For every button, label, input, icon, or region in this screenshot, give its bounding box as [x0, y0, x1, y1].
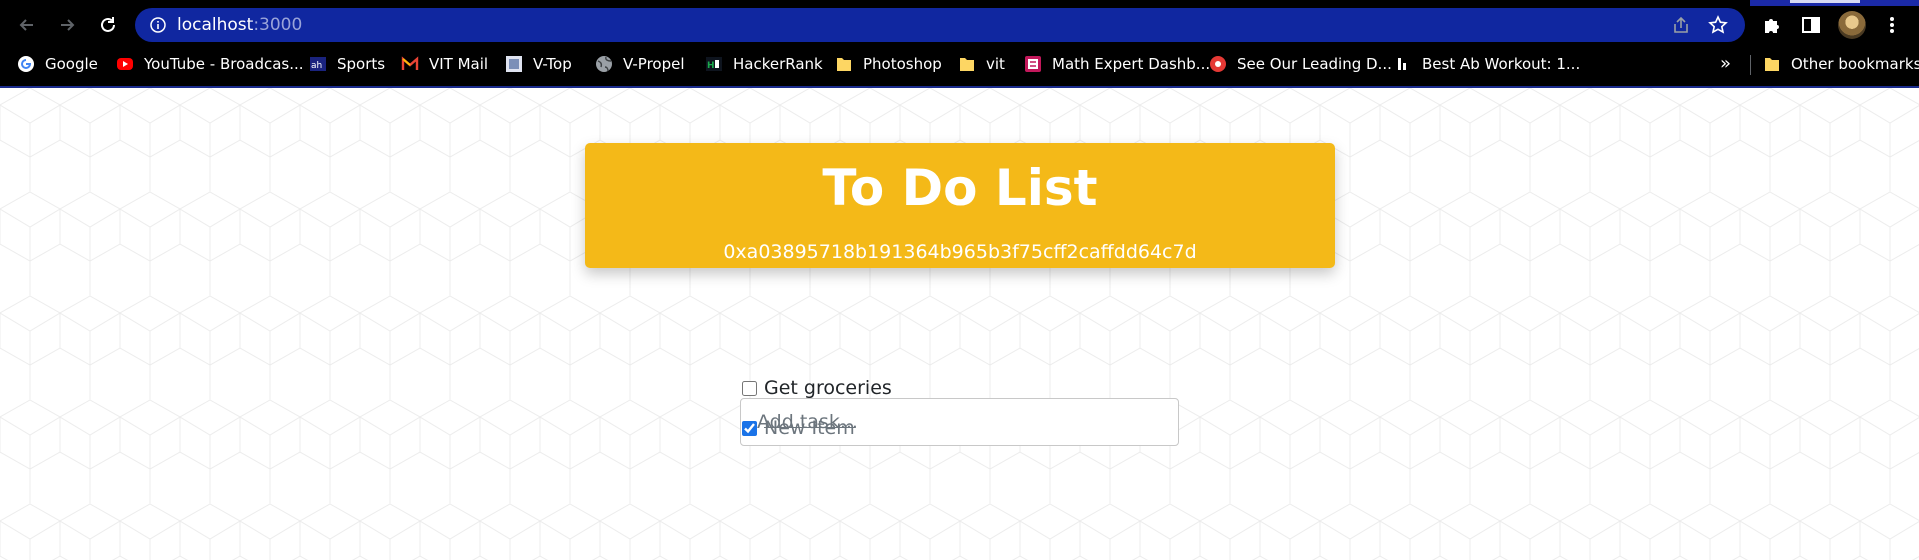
- browser-menu-button[interactable]: [1879, 12, 1905, 38]
- vtop-icon: [504, 55, 524, 73]
- folder-icon: [834, 55, 854, 73]
- svg-text:H: H: [707, 61, 715, 71]
- bookmark-star-button[interactable]: [1707, 15, 1729, 35]
- address-bar[interactable]: localhost:3000: [135, 8, 1745, 42]
- forward-button[interactable]: [52, 10, 82, 40]
- page-content: To Do List 0xa03895718b191364b965b3f75cf…: [0, 88, 1919, 560]
- bookmark-label: Sports: [337, 55, 386, 73]
- task-item: Get groceries: [742, 374, 892, 402]
- bookmarks-divider: [1750, 55, 1751, 75]
- reload-icon: [101, 17, 115, 32]
- browser-toolbar: localhost:3000: [0, 0, 1919, 49]
- workout-icon: [1393, 55, 1413, 73]
- share-button[interactable]: [1670, 15, 1692, 35]
- bookmark-ab-workout[interactable]: Best Ab Workout: 1...: [1393, 49, 1580, 79]
- bookmarks-bar: Google YouTube - Broadcas... ah Sports V…: [0, 49, 1919, 87]
- task-checkbox[interactable]: [742, 380, 757, 396]
- bookmark-v-top[interactable]: V-Top: [504, 49, 572, 79]
- bookmark-label: Photoshop: [863, 55, 942, 73]
- star-icon: [1708, 15, 1728, 34]
- bookmark-math-expert[interactable]: Math Expert Dashb...: [1023, 49, 1210, 79]
- bookmark-label: vit: [986, 55, 1005, 73]
- task-item: New Item: [742, 414, 855, 442]
- side-panel-button[interactable]: [1798, 12, 1824, 38]
- bookmark-label: YouTube - Broadcas...: [144, 55, 304, 73]
- google-icon: [16, 55, 36, 73]
- gmail-icon: [400, 55, 420, 73]
- task-label: New Item: [764, 417, 855, 439]
- arrow-left-icon: [19, 19, 33, 31]
- bookmark-label: Other bookmarks: [1791, 55, 1919, 73]
- sports-icon: ah: [308, 55, 328, 73]
- bookmark-v-propel[interactable]: V-Propel: [594, 49, 685, 79]
- bookmark-vit-mail[interactable]: VIT Mail: [400, 49, 488, 79]
- folder-icon: [957, 55, 977, 73]
- svg-text:ah: ah: [311, 61, 322, 71]
- profile-avatar[interactable]: [1838, 11, 1866, 39]
- arrow-right-icon: [61, 19, 75, 31]
- bookmark-folder-vit[interactable]: vit: [957, 49, 1005, 79]
- bookmark-label: Best Ab Workout: 1...: [1422, 55, 1581, 73]
- folder-icon: [1762, 55, 1782, 73]
- url-host: localhost: [177, 15, 254, 35]
- back-button[interactable]: [12, 10, 42, 40]
- bookmark-folder-photoshop[interactable]: Photoshop: [834, 49, 942, 79]
- bookmark-label: VIT Mail: [429, 55, 489, 73]
- globe-icon: [594, 55, 614, 73]
- bookmark-see-our-leading[interactable]: See Our Leading D...: [1208, 49, 1392, 79]
- bookmark-google[interactable]: Google: [16, 49, 98, 79]
- side-panel-icon: [1802, 17, 1820, 33]
- bookmark-label: Math Expert Dashb...: [1052, 55, 1211, 73]
- share-icon: [1674, 16, 1688, 33]
- window-corner-decoration: [1750, 0, 1919, 6]
- extensions-button[interactable]: [1759, 12, 1785, 38]
- bookmarks-overflow-button[interactable]: »: [1720, 53, 1731, 74]
- task-label: Get groceries: [764, 377, 892, 399]
- youtube-icon: [115, 55, 135, 73]
- bookmark-label: Google: [45, 55, 98, 73]
- puzzle-icon: [1765, 19, 1779, 33]
- record-icon: [1208, 55, 1228, 73]
- account-address: 0xa03895718b191364b965b3f75cff2caffdd64c…: [723, 241, 1197, 263]
- reload-button[interactable]: [93, 10, 123, 40]
- bookmark-label: V-Propel: [623, 55, 685, 73]
- info-icon[interactable]: [149, 16, 167, 34]
- bookmark-label: HackerRank: [733, 55, 823, 73]
- bookmark-label: V-Top: [533, 55, 572, 73]
- url-text: localhost:3000: [177, 14, 302, 36]
- bookmark-label: See Our Leading D...: [1237, 55, 1392, 73]
- page-title: To Do List: [822, 159, 1098, 217]
- kebab-menu-icon: [1890, 17, 1894, 33]
- hackerrank-icon: H: [704, 55, 724, 73]
- bookmark-other-bookmarks[interactable]: Other bookmarks: [1762, 49, 1919, 79]
- url-port: :3000: [253, 15, 303, 35]
- todo-header: To Do List 0xa03895718b191364b965b3f75cf…: [585, 143, 1335, 268]
- task-checkbox[interactable]: [742, 420, 757, 436]
- bookmark-sports[interactable]: ah Sports: [308, 49, 385, 79]
- bookmark-hackerrank[interactable]: H HackerRank: [704, 49, 823, 79]
- bookmark-youtube[interactable]: YouTube - Broadcas...: [115, 49, 304, 79]
- math-expert-icon: [1023, 55, 1043, 73]
